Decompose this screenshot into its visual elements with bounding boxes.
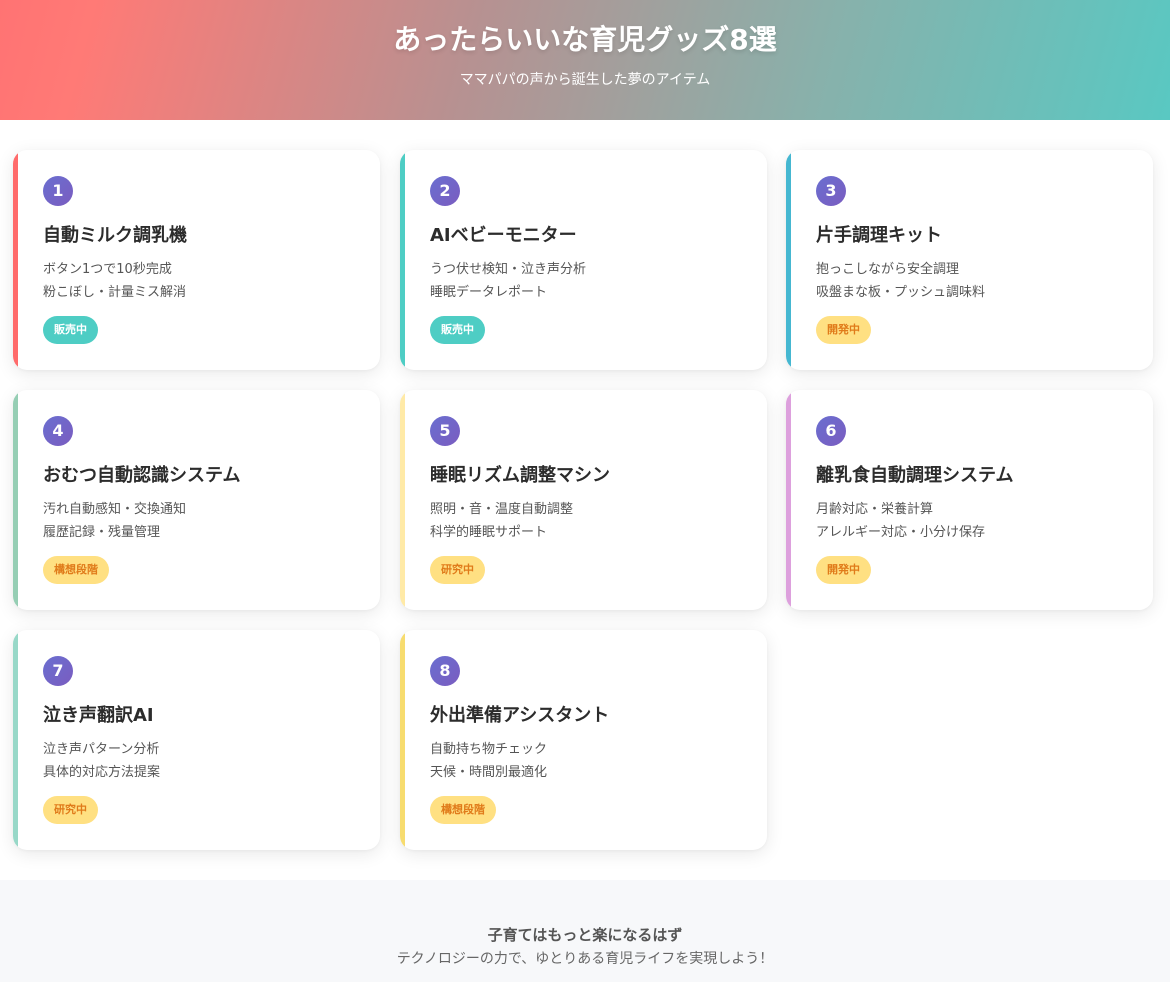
- status-badge: 研究中: [430, 556, 485, 584]
- footer-headline: 子育てはもっと楽になるはず: [487, 926, 683, 944]
- card-title: 片手調理キット: [816, 225, 942, 246]
- card-accent-bar: [786, 390, 791, 610]
- product-card: 4 おむつ自動認識システム 汚れ自動感知・交換通知 履歴記録・残量管理 構想段階: [13, 390, 380, 610]
- card-description: 天候・時間別最適化: [430, 765, 548, 780]
- status-badge: 開発中: [816, 556, 871, 584]
- card-description: 自動持ち物チェック: [430, 742, 548, 757]
- card-accent-bar: [400, 390, 405, 610]
- status-badge: 販売中: [43, 316, 98, 344]
- card-description: 吸盤まな板・プッシュ調味料: [816, 285, 986, 300]
- card-description: 汚れ自動感知・交換通知: [43, 502, 187, 517]
- card-accent-bar: [400, 630, 405, 850]
- card-number-badge: 1: [43, 176, 73, 206]
- card-title: 睡眠リズム調整マシン: [430, 465, 610, 486]
- page-title: あったらいいな育児グッズ8選: [393, 23, 777, 56]
- card-description: ボタン1つで10秒完成: [43, 262, 172, 277]
- card-accent-bar: [13, 150, 18, 370]
- card-description: うつ伏せ検知・泣き声分析: [430, 262, 587, 277]
- status-badge: 研究中: [43, 796, 98, 824]
- card-accent-bar: [13, 630, 18, 850]
- card-title: 自動ミルク調乳機: [43, 225, 187, 246]
- card-description: 月齢対応・栄養計算: [816, 502, 934, 517]
- product-card: 5 睡眠リズム調整マシン 照明・音・温度自動調整 科学的睡眠サポート 研究中: [400, 390, 767, 610]
- status-badge: 販売中: [430, 316, 485, 344]
- card-description: 履歴記録・残量管理: [43, 525, 161, 540]
- card-description: 泣き声パターン分析: [43, 742, 160, 757]
- product-card: 7 泣き声翻訳AI 泣き声パターン分析 具体的対応方法提案 研究中: [13, 630, 380, 850]
- product-card: 3 片手調理キット 抱っこしながら安全調理 吸盤まな板・プッシュ調味料 開発中: [786, 150, 1153, 370]
- status-badge: 開発中: [816, 316, 871, 344]
- card-number-badge: 4: [43, 416, 73, 446]
- card-description: 具体的対応方法提案: [43, 765, 161, 780]
- product-card: 2 AIベビーモニター うつ伏せ検知・泣き声分析 睡眠データレポート 販売中: [400, 150, 767, 370]
- card-description: 科学的睡眠サポート: [430, 525, 548, 540]
- card-accent-bar: [400, 150, 405, 370]
- card-description: 抱っこしながら安全調理: [816, 262, 960, 277]
- product-card: 8 外出準備アシスタント 自動持ち物チェック 天候・時間別最適化 構想段階: [400, 630, 767, 850]
- card-number-badge: 7: [43, 656, 73, 686]
- card-accent-bar: [13, 390, 18, 610]
- status-badge: 構想段階: [430, 796, 496, 824]
- status-badge: 構想段階: [43, 556, 109, 584]
- product-card: 1 自動ミルク調乳機 ボタン1つで10秒完成 粉こぼし・計量ミス解消 販売中: [13, 150, 380, 370]
- card-accent-bar: [786, 150, 791, 370]
- card-title: AIベビーモニター: [430, 225, 577, 246]
- card-number-badge: 6: [816, 416, 846, 446]
- card-number-badge: 5: [430, 416, 460, 446]
- card-title: 外出準備アシスタント: [430, 705, 610, 726]
- card-number-badge: 8: [430, 656, 460, 686]
- card-description: 粉こぼし・計量ミス解消: [43, 285, 187, 300]
- card-title: 離乳食自動調理システム: [816, 465, 1014, 486]
- page-header: あったらいいな育児グッズ8選 ママパパの声から誕生した夢のアイテム: [0, 0, 1170, 120]
- card-number-badge: 3: [816, 176, 846, 206]
- card-title: おむつ自動認識システム: [43, 465, 241, 486]
- card-description: 睡眠データレポート: [430, 285, 548, 300]
- footer-message: テクノロジーの力で、ゆとりある育児ライフを実現しよう！: [396, 951, 774, 967]
- card-description: 照明・音・温度自動調整: [430, 502, 574, 517]
- card-description: アレルギー対応・小分け保存: [816, 525, 986, 540]
- page-subtitle: ママパパの声から誕生した夢のアイテム: [459, 72, 711, 88]
- page-footer: 子育てはもっと楽になるはず テクノロジーの力で、ゆとりある育児ライフを実現しよう…: [0, 880, 1170, 982]
- card-number-badge: 2: [430, 176, 460, 206]
- card-title: 泣き声翻訳AI: [43, 705, 154, 726]
- product-card: 6 離乳食自動調理システム 月齢対応・栄養計算 アレルギー対応・小分け保存 開発…: [786, 390, 1153, 610]
